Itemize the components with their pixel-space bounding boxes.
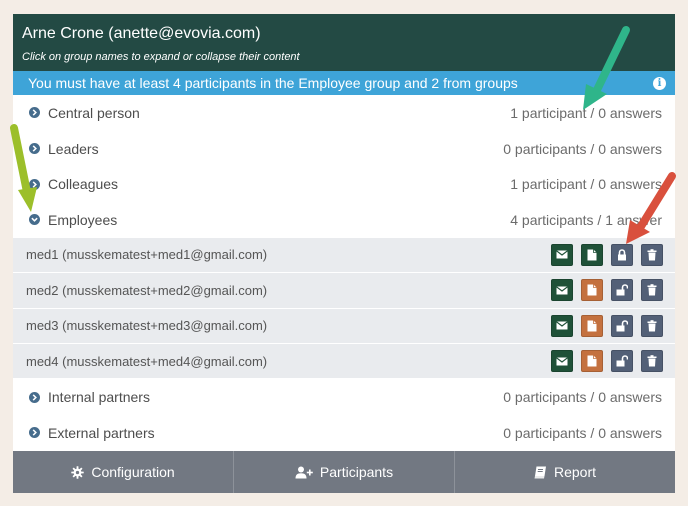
participants-button[interactable]: Participants [234, 451, 455, 493]
group-leaders[interactable]: Leaders 0 participants / 0 answers [13, 130, 675, 167]
member-actions [551, 350, 663, 373]
member-label: med1 (musskematest+med1@gmail.com) [26, 247, 268, 263]
group-name: Colleagues [48, 176, 119, 193]
group-count: 1 participant / 0 answers [510, 176, 662, 193]
group-count: 0 participants / 0 answers [503, 424, 662, 441]
unlock-button[interactable] [611, 279, 633, 302]
envelope-icon [556, 321, 568, 330]
add-user-icon [295, 466, 313, 478]
chevron-right-icon [29, 143, 40, 155]
unlock-icon [616, 355, 628, 367]
survey-panel: Arne Crone (anette@evovia.com) Click on … [13, 14, 675, 493]
group-colleagues[interactable]: Colleagues 1 participant / 0 answers [13, 166, 675, 203]
document-icon [587, 355, 597, 367]
envelope-icon [556, 250, 568, 259]
document-icon [587, 249, 597, 261]
chevron-right-icon [29, 427, 40, 439]
header-hint: Click on group names to expand or collap… [22, 51, 300, 63]
configuration-label: Configuration [91, 464, 175, 480]
view-report-button[interactable] [581, 350, 603, 373]
group-name: Central person [48, 104, 140, 121]
book-icon [534, 466, 546, 478]
trash-icon [647, 319, 657, 332]
group-external-partners[interactable]: External partners 0 participants / 0 ans… [13, 415, 675, 451]
member-label: med3 (musskematest+med3@gmail.com) [26, 318, 268, 334]
participants-label: Participants [319, 464, 394, 480]
group-count: 1 participant / 0 answers [510, 104, 662, 121]
group-count: 4 participants / 1 answer [510, 211, 662, 228]
group-count: 0 participants / 0 answers [503, 140, 662, 157]
group-name: Internal partners [48, 389, 150, 406]
send-email-button[interactable] [551, 350, 573, 373]
group-internal-partners[interactable]: Internal partners 0 participants / 0 ans… [13, 379, 675, 415]
group-name: External partners [48, 424, 155, 441]
footer-toolbar: Configuration Participants Report [13, 451, 675, 493]
member-row-med1: med1 (musskematest+med1@gmail.com) [13, 237, 675, 274]
group-name: Employees [48, 211, 118, 228]
document-icon [587, 320, 597, 332]
configuration-button[interactable]: Configuration [13, 451, 234, 493]
lock-button[interactable] [611, 243, 633, 266]
group-central-person[interactable]: Central person 1 participant / 0 answers [13, 95, 675, 131]
member-label: med4 (musskematest+med4@gmail.com) [26, 353, 268, 369]
view-report-button[interactable] [581, 243, 603, 266]
group-employees[interactable]: Employees 4 participants / 1 answer [13, 202, 675, 238]
notice-text: You must have at least 4 participants in… [28, 75, 518, 91]
member-actions [551, 243, 663, 266]
view-report-button[interactable] [581, 314, 603, 337]
chevron-right-icon [29, 107, 40, 119]
member-actions [551, 314, 663, 337]
trash-icon [647, 284, 657, 296]
chevron-down-icon [29, 214, 40, 226]
group-name: Leaders [48, 140, 99, 157]
panel-header: Arne Crone (anette@evovia.com) Click on … [13, 14, 675, 71]
member-label: med2 (musskematest+med2@gmail.com) [26, 282, 268, 298]
chevron-right-icon [29, 178, 40, 190]
member-actions [551, 279, 663, 302]
delete-button[interactable] [641, 279, 663, 302]
send-email-button[interactable] [551, 314, 573, 337]
trash-icon [647, 355, 657, 367]
unlock-icon [616, 319, 628, 332]
envelope-icon [556, 356, 568, 366]
respondent-title: Arne Crone (anette@evovia.com) [22, 25, 261, 42]
trash-icon [647, 249, 657, 261]
info-icon[interactable]: i [653, 76, 666, 90]
envelope-icon [556, 286, 568, 295]
member-row-med3: med3 (musskematest+med3@gmail.com) [13, 308, 675, 344]
report-label: Report [553, 464, 597, 480]
delete-button[interactable] [641, 314, 663, 337]
delete-button[interactable] [641, 350, 663, 373]
view-report-button[interactable] [581, 279, 603, 302]
unlock-icon [616, 284, 628, 296]
group-count: 0 participants / 0 answers [503, 389, 662, 406]
participant-requirement-notice: You must have at least 4 participants in… [13, 71, 675, 95]
gear-icon [71, 465, 85, 479]
report-button[interactable]: Report [455, 451, 675, 493]
chevron-right-icon [29, 391, 40, 403]
member-row-med2: med2 (musskematest+med2@gmail.com) [13, 273, 675, 309]
send-email-button[interactable] [551, 279, 573, 302]
document-icon [587, 284, 597, 296]
unlock-button[interactable] [611, 350, 633, 373]
lock-icon [618, 249, 626, 261]
member-row-med4: med4 (musskematest+med4@gmail.com) [13, 343, 675, 380]
send-email-button[interactable] [551, 243, 573, 266]
delete-button[interactable] [641, 243, 663, 266]
unlock-button[interactable] [611, 314, 633, 337]
